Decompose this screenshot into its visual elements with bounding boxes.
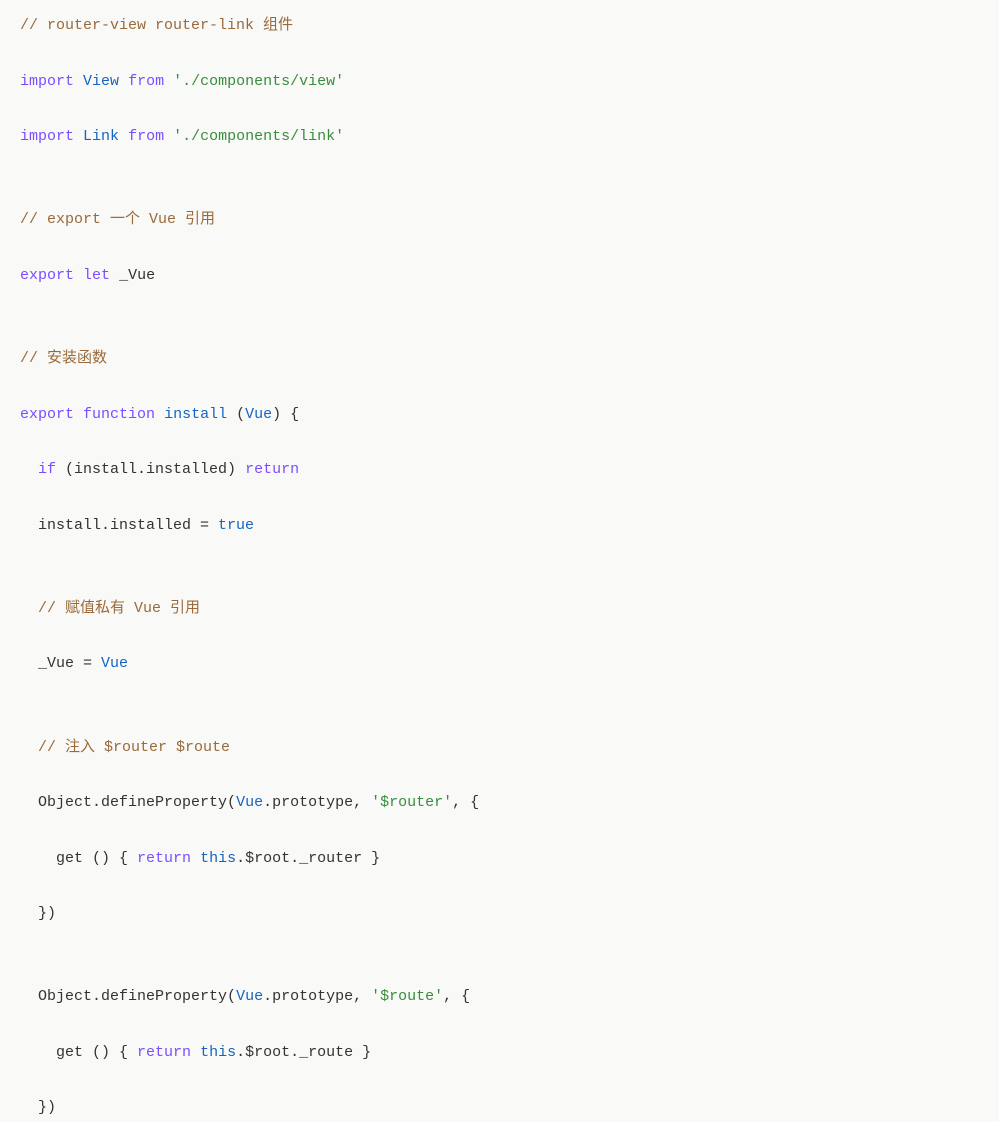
code-line: get () { return this.$root._router } — [20, 845, 979, 873]
close-brace: }) — [38, 905, 56, 922]
code-line: install.installed = true — [20, 512, 979, 540]
call: Object.defineProperty( — [38, 794, 236, 811]
condition: (install.installed) — [56, 461, 245, 478]
prop-access: .prototype, — [263, 988, 371, 1005]
keyword-from: from — [128, 128, 164, 145]
code-line: import View from './components/view' — [20, 68, 979, 96]
indent — [20, 1044, 56, 1061]
keyword-return: return — [137, 850, 191, 867]
code-line: get () { return this.$root._route } — [20, 1039, 979, 1067]
keyword-return: return — [137, 1044, 191, 1061]
parameter: Vue — [245, 406, 272, 423]
close-brace: }) — [38, 1099, 56, 1116]
punct: ( — [227, 406, 245, 423]
string-literal: '$router' — [371, 794, 452, 811]
string-literal: '$route' — [371, 988, 443, 1005]
indent — [20, 850, 56, 867]
call: Object.defineProperty( — [38, 988, 236, 1005]
identifier: _Vue — [119, 267, 155, 284]
keyword-import: import — [20, 128, 74, 145]
punct: ) { — [272, 406, 299, 423]
getter: get () { — [56, 1044, 137, 1061]
keyword-if: if — [38, 461, 56, 478]
string-literal: './components/link' — [173, 128, 344, 145]
punct: , { — [452, 794, 479, 811]
identifier: View — [83, 73, 119, 90]
space — [191, 1044, 200, 1061]
keyword-function: function — [83, 406, 155, 423]
indent — [20, 461, 38, 478]
keyword-import: import — [20, 73, 74, 90]
keyword-from: from — [128, 73, 164, 90]
indent — [20, 517, 38, 534]
code-line: export function install (Vue) { — [20, 401, 979, 429]
comment: // 安装函数 — [20, 350, 107, 367]
keyword-let: let — [83, 267, 110, 284]
code-line: // router-view router-link 组件 — [20, 12, 979, 40]
boolean-literal: true — [218, 517, 254, 534]
indent — [20, 655, 38, 672]
code-line: _Vue = Vue — [20, 650, 979, 678]
code-line: Object.defineProperty(Vue.prototype, '$r… — [20, 983, 979, 1011]
getter: get () { — [56, 850, 137, 867]
indent — [20, 600, 38, 617]
code-line: // 赋值私有 Vue 引用 — [20, 595, 979, 623]
indent — [20, 988, 38, 1005]
prop-access: .$root._route } — [236, 1044, 371, 1061]
prop-access: .prototype, — [263, 794, 371, 811]
prop-access: .$root._router } — [236, 850, 380, 867]
assignment: install.installed = — [38, 517, 218, 534]
identifier: Vue — [236, 988, 263, 1005]
code-line: Object.defineProperty(Vue.prototype, '$r… — [20, 789, 979, 817]
indent — [20, 739, 38, 756]
assignment-lhs: _Vue = — [38, 655, 101, 672]
identifier: Vue — [236, 794, 263, 811]
string-literal: './components/view' — [173, 73, 344, 90]
code-line: // 安装函数 — [20, 345, 979, 373]
indent — [20, 1099, 38, 1116]
comment: // router-view router-link 组件 — [20, 17, 293, 34]
code-line: import Link from './components/link' — [20, 123, 979, 151]
code-line: }) — [20, 900, 979, 928]
code-line: // 注入 $router $route — [20, 734, 979, 762]
identifier: Vue — [101, 655, 128, 672]
identifier: Link — [83, 128, 119, 145]
keyword-this: this — [200, 850, 236, 867]
code-line: // export 一个 Vue 引用 — [20, 206, 979, 234]
comment: // 注入 $router $route — [38, 739, 230, 756]
comment: // export 一个 Vue 引用 — [20, 211, 215, 228]
function-name: install — [164, 406, 227, 423]
indent — [20, 905, 38, 922]
keyword-return: return — [245, 461, 299, 478]
punct: , { — [443, 988, 470, 1005]
code-line: export let _Vue — [20, 262, 979, 290]
space — [191, 850, 200, 867]
code-line: }) — [20, 1094, 979, 1122]
code-line: if (install.installed) return — [20, 456, 979, 484]
keyword-this: this — [200, 1044, 236, 1061]
keyword-export: export — [20, 267, 74, 284]
indent — [20, 794, 38, 811]
keyword-export: export — [20, 406, 74, 423]
code-block: // router-view router-link 组件 import Vie… — [20, 12, 979, 1122]
comment: // 赋值私有 Vue 引用 — [38, 600, 200, 617]
